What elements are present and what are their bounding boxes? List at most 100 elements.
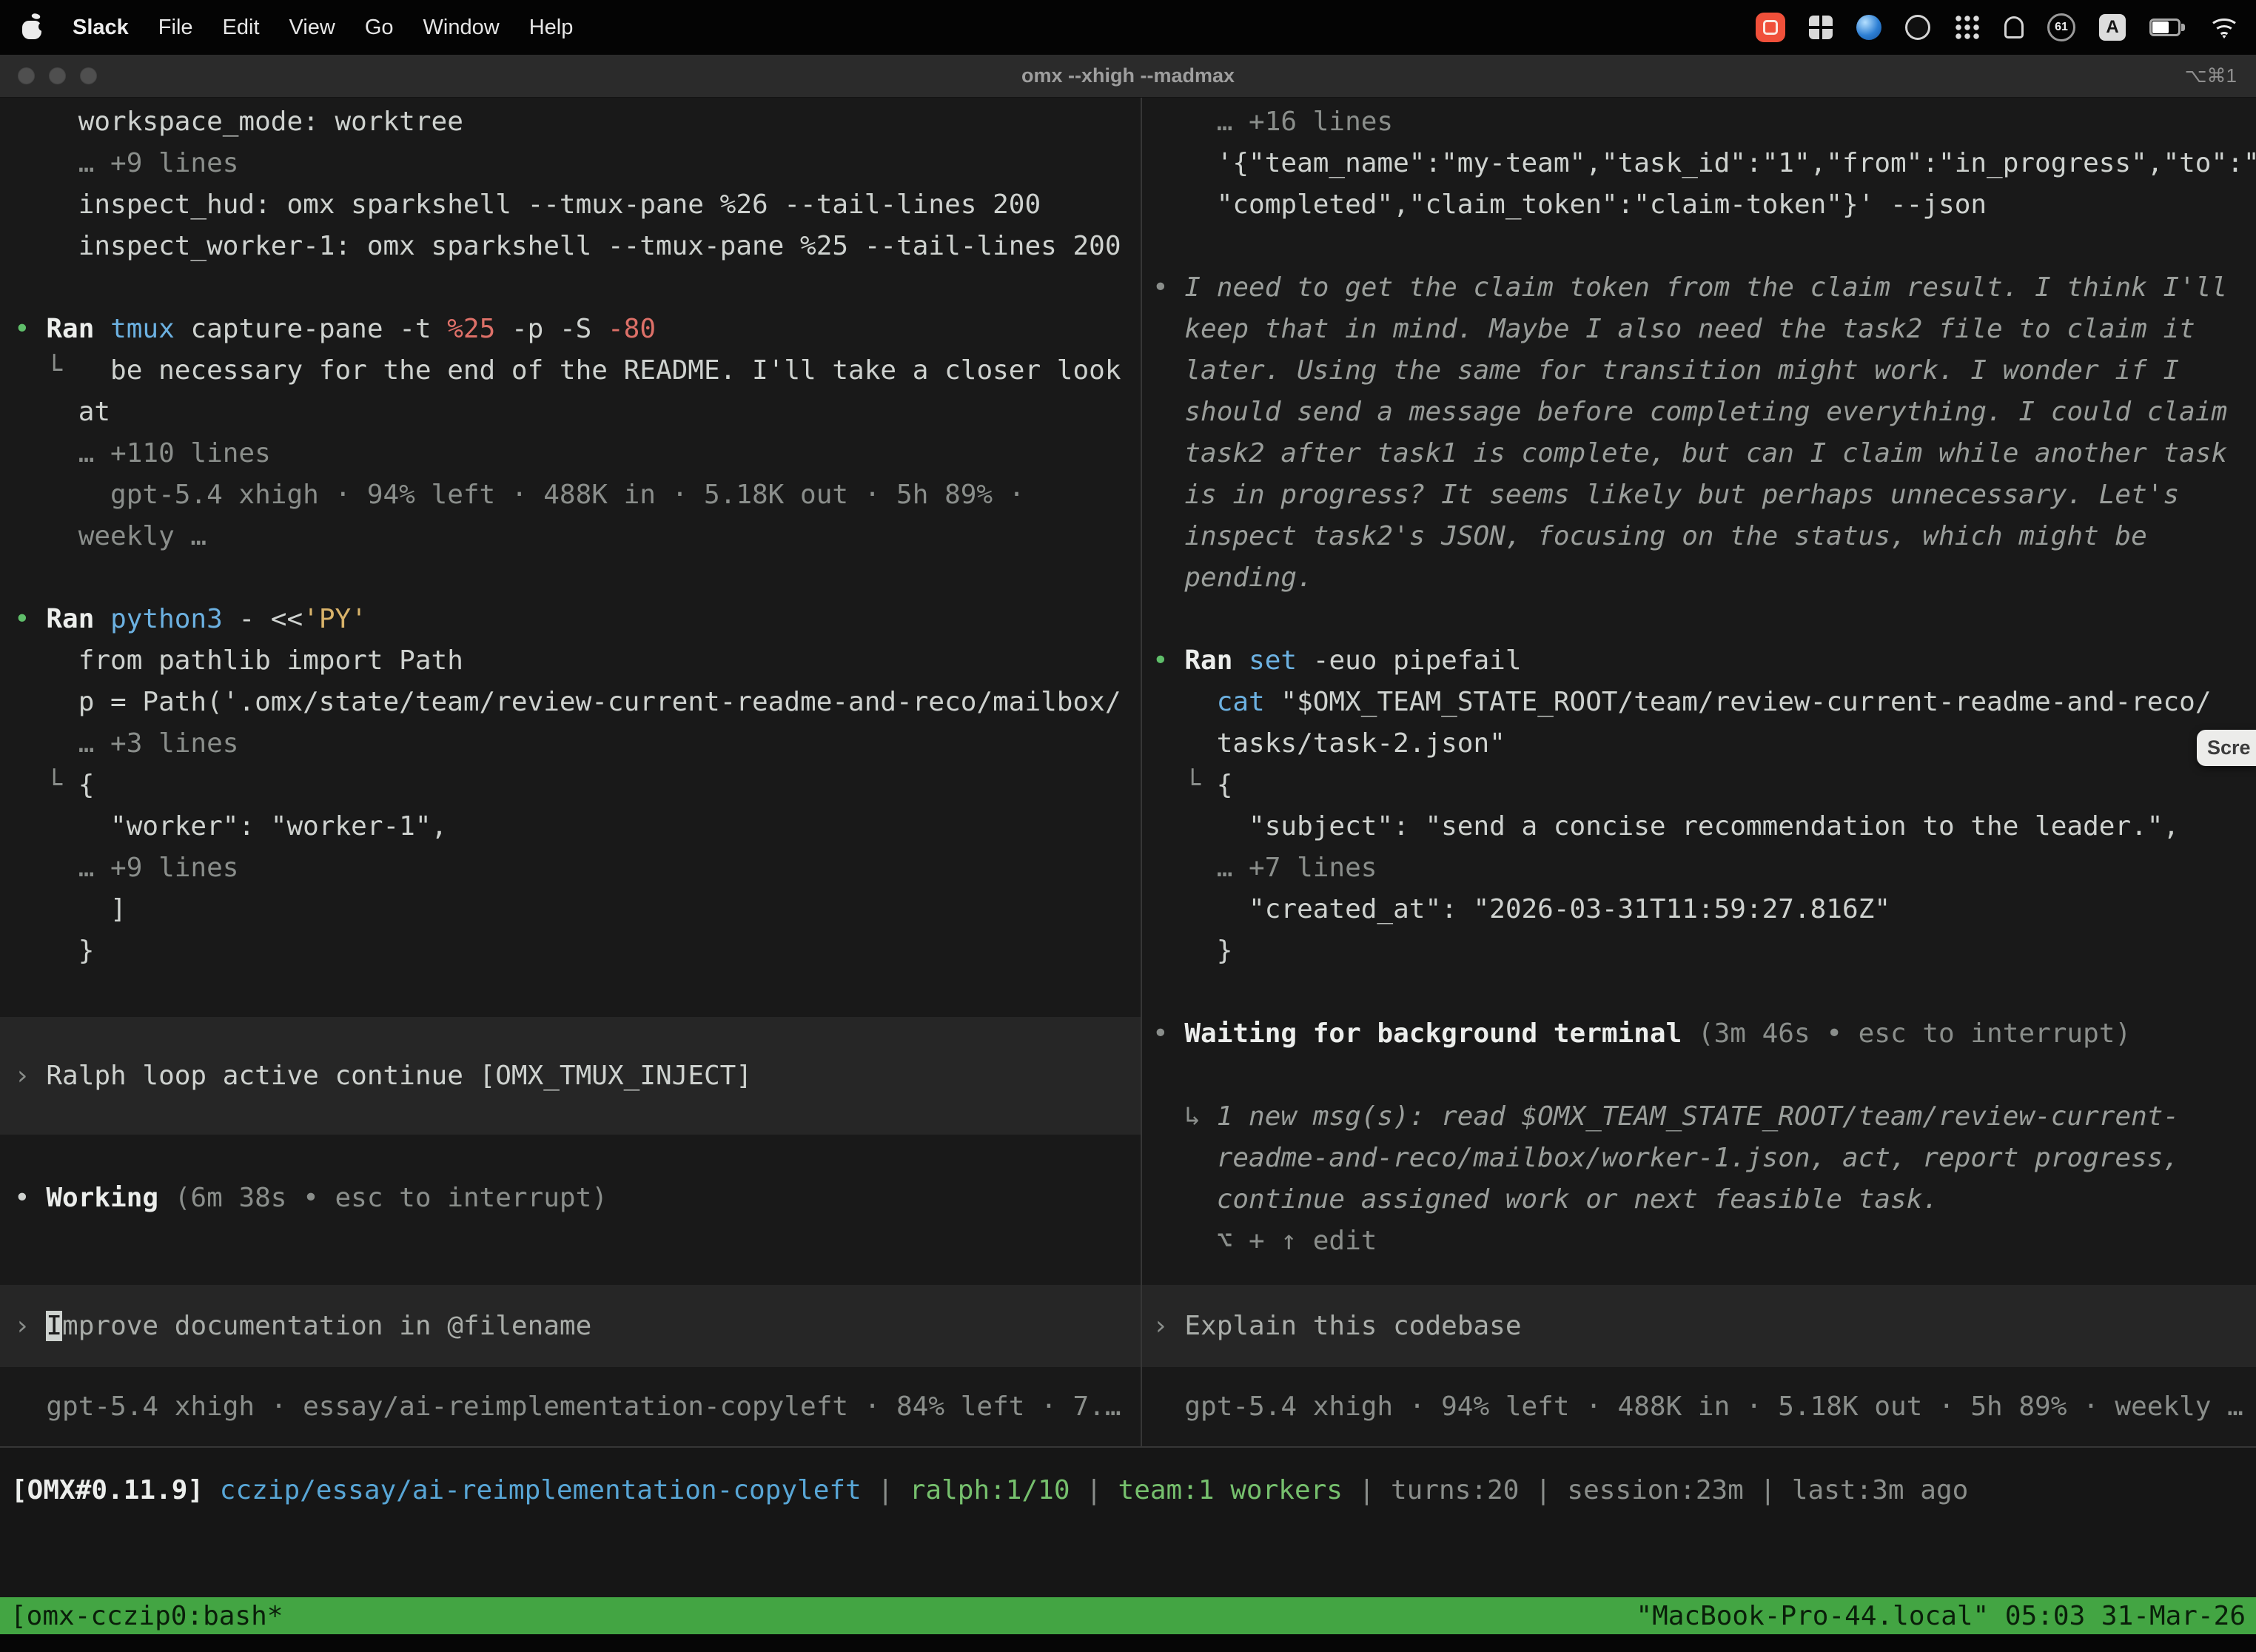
pane-right[interactable]: … +16 lines '{"team_name":"my-team","tas… xyxy=(1142,98,2256,1446)
text-segment: } xyxy=(14,936,94,966)
text-segment: tmux xyxy=(110,314,190,344)
text-segment: } xyxy=(1152,936,1232,966)
text-segment: gpt-5.4 xhigh · 94% left · 488K in · 5.1… xyxy=(1152,1391,2243,1422)
desktop: Slack File Edit View Go Window Help 61 A xyxy=(0,0,2256,1652)
terminal-line: is in progress? It seems likely but perh… xyxy=(1142,474,2256,516)
terminal-line: › Explain this codebase xyxy=(1142,1306,2256,1347)
text-segment: p = Path('.omx/state/team/review-current… xyxy=(14,687,1121,717)
text-segment: (3m 46s • esc to interrupt) xyxy=(1682,1018,2131,1049)
input-source-icon[interactable]: A xyxy=(2099,14,2126,41)
text-segment: pending. xyxy=(1152,563,1313,593)
terminal-line: should send a message before completing … xyxy=(1142,392,2256,433)
terminal-line: … +3 lines xyxy=(0,723,1141,765)
menu-item-window[interactable]: Window xyxy=(423,16,500,40)
pane-left[interactable]: workspace_mode: worktree … +9 lines insp… xyxy=(0,98,1141,1446)
terminal-line: readme-and-reco/mailbox/worker-1.json, a… xyxy=(1142,1138,2256,1179)
screen-capture-flag[interactable]: Scre xyxy=(2197,730,2256,766)
text-segment: › xyxy=(14,1061,46,1091)
text-segment: 'PY' xyxy=(303,604,367,634)
pane-divider-horizontal xyxy=(0,1446,2256,1448)
text-segment: last:3m ago xyxy=(1792,1475,1968,1505)
terminal-line: "worker": "worker-1", xyxy=(0,806,1141,847)
terminal-line: pending. xyxy=(1142,557,2256,599)
battery-icon[interactable] xyxy=(2149,19,2185,36)
text-segment: ↳ xyxy=(1152,1101,1217,1132)
dots-grid-icon[interactable] xyxy=(1954,14,1981,41)
terminal-line xyxy=(0,557,1141,599)
text-segment: … +7 lines xyxy=(1152,853,1377,883)
terminal-line: "subject": "send a concise recommendatio… xyxy=(1142,806,2256,847)
terminal-line: • Ran python3 - <<'PY' xyxy=(0,599,1141,640)
text-segment: { xyxy=(1217,770,1233,800)
apple-menu-icon[interactable] xyxy=(22,16,43,39)
minimize-button[interactable] xyxy=(49,67,66,84)
text-segment: continue assigned work or next feasible … xyxy=(1152,1184,1938,1215)
close-button[interactable] xyxy=(18,67,35,84)
terminal-content: workspace_mode: worktree … +9 lines insp… xyxy=(0,98,2256,1652)
text-segment: keep that in mind. Maybe I also need the… xyxy=(1152,314,2195,344)
menu-item-view[interactable]: View xyxy=(289,16,335,40)
text-segment: "worker": "worker-1", xyxy=(14,811,447,842)
text-segment: "$OMX_TEAM_STATE_ROOT/team/review-curren… xyxy=(1280,687,2211,717)
text-segment: later. Using the same for transition mig… xyxy=(1152,355,2179,386)
model-status-right: gpt-5.4 xhigh · 94% left · 488K in · 5.1… xyxy=(1142,1386,2256,1428)
blue-app-icon[interactable] xyxy=(1856,15,1881,40)
omx-status-line: [OMX#0.11.9] cczip/essay/ai-reimplementa… xyxy=(0,1470,2256,1511)
terminal-line: } xyxy=(0,930,1141,972)
active-app-menu[interactable]: Slack xyxy=(73,16,129,40)
text-segment: • xyxy=(1152,272,1184,303)
text-segment: | xyxy=(1744,1475,1792,1505)
text-segment: Ran xyxy=(46,314,110,344)
text-segment: task2 after task1 is complete, but can I… xyxy=(1152,438,2227,469)
terminal-line: … +110 lines xyxy=(0,433,1141,474)
zoom-button[interactable] xyxy=(80,67,97,84)
menu-item-edit[interactable]: Edit xyxy=(223,16,260,40)
text-segment: cczip/essay/ai-reimplementation-copyleft xyxy=(220,1475,862,1505)
text-segment: └ xyxy=(14,770,78,800)
prompt-suggestion-right[interactable]: › Explain this codebase xyxy=(1142,1285,2256,1367)
text-segment: | xyxy=(862,1475,910,1505)
text-segment: └ xyxy=(1152,770,1217,800)
menu-item-file[interactable]: File xyxy=(158,16,193,40)
text-segment: … +3 lines xyxy=(14,728,238,759)
text-segment: gpt-5.4 xhigh · 94% left · 488K in · 5.1… xyxy=(14,480,1024,510)
menu-item-go[interactable]: Go xyxy=(365,16,394,40)
text-segment xyxy=(1152,687,1217,717)
terminal-line: ⌥ + ↑ edit xyxy=(1142,1220,2256,1262)
terminal-line: cat "$OMX_TEAM_STATE_ROOT/team/review-cu… xyxy=(1142,682,2256,723)
text-segment: Ralph loop active continue [OMX_TMUX_INJ… xyxy=(46,1061,752,1091)
screen-recording-icon[interactable] xyxy=(1756,13,1785,42)
terminal-line: continue assigned work or next feasible … xyxy=(1142,1179,2256,1220)
text-segment: -t xyxy=(399,314,447,344)
window-title-bar[interactable]: omx --xhigh --madmax ⌥⌘1 xyxy=(0,55,2256,98)
terminal-line xyxy=(1142,599,2256,640)
menu-item-help[interactable]: Help xyxy=(529,16,574,40)
dark-app-icon[interactable] xyxy=(1905,15,1930,40)
tmux-session-window: [omx-cczip0:bash* xyxy=(10,1601,283,1631)
menu-bar: Slack File Edit View Go Window Help 61 A xyxy=(0,0,2256,55)
text-segment: mprove documentation in @filename xyxy=(62,1311,591,1341)
ghost-app-icon[interactable] xyxy=(2004,16,2024,38)
injected-prompt-line[interactable]: › Ralph loop active continue [OMX_TMUX_I… xyxy=(0,1017,1141,1135)
terminal-line: "created_at": "2026-03-31T11:59:27.816Z" xyxy=(1142,889,2256,930)
terminal-line xyxy=(0,267,1141,309)
text-segment: be necessary for the end of the README. … xyxy=(62,355,1121,386)
prompt-suggestion-left[interactable]: › Improve documentation in @filename xyxy=(0,1285,1141,1367)
terminal-line: workspace_mode: worktree xyxy=(0,101,1141,143)
terminal-line: at xyxy=(0,392,1141,433)
text-segment: at xyxy=(14,397,110,427)
menu-bar-left: Slack File Edit View Go Window Help xyxy=(22,16,573,40)
input-source-label: A xyxy=(2106,17,2118,38)
wifi-icon[interactable] xyxy=(2209,16,2240,38)
text-segment: gpt-5.4 xhigh · essay/ai-reimplementatio… xyxy=(14,1391,1121,1422)
text-segment: (6m 38s • esc to interrupt) xyxy=(158,1183,608,1213)
terminal-line: inspect task2's JSON, focusing on the st… xyxy=(1142,516,2256,557)
text-segment: - << xyxy=(238,604,303,634)
text-segment: … +110 lines xyxy=(14,438,271,469)
text-segment: tasks/task-2.json" xyxy=(1152,728,1505,759)
window-grid-icon[interactable] xyxy=(1809,16,1833,39)
text-segment: ⌥ + ↑ edit xyxy=(1152,1226,1377,1256)
battery-gauge-icon[interactable]: 61 xyxy=(2047,13,2075,41)
terminal-line: inspect_worker-1: omx sparkshell --tmux-… xyxy=(0,226,1141,267)
text-segment: session:23m xyxy=(1567,1475,1743,1505)
